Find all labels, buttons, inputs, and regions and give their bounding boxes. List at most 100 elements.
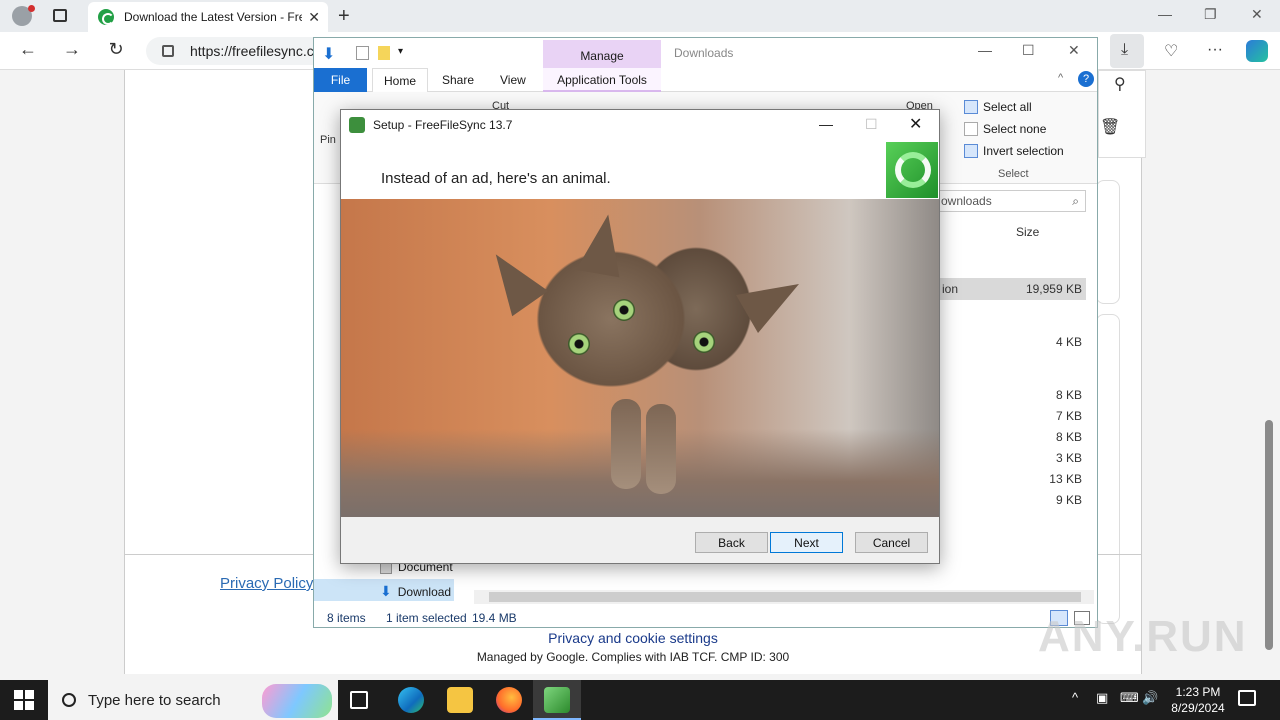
dialog-message: Instead of an ad, here's an animal. bbox=[381, 170, 611, 187]
notifications-icon[interactable] bbox=[1238, 690, 1256, 706]
select-all-button[interactable]: Select all bbox=[964, 100, 1032, 114]
invert-selection-button[interactable]: Invert selection bbox=[964, 144, 1064, 158]
pin-icon[interactable]: ⚲ bbox=[1114, 74, 1126, 94]
customize-toolbar-icon[interactable]: ▾ bbox=[398, 46, 403, 57]
manage-tab[interactable]: Manage bbox=[543, 40, 661, 70]
taskbar-search-placeholder: Type here to search bbox=[88, 691, 221, 709]
search-downloads-input[interactable]: ownloads ⌕ bbox=[934, 190, 1086, 212]
nav-item-downloads[interactable]: ⬇ Download bbox=[380, 583, 451, 600]
cat-ear bbox=[576, 210, 630, 278]
file-size: 3 KB bbox=[1055, 451, 1082, 465]
new-tab-icon[interactable]: + bbox=[338, 5, 350, 28]
back-arrow-icon[interactable]: ← bbox=[16, 39, 40, 60]
more-options-icon[interactable]: ··· bbox=[1207, 41, 1223, 59]
file-size: 4 KB bbox=[1055, 335, 1082, 349]
notification-dot-icon bbox=[28, 5, 35, 12]
browser-tab[interactable]: Download the Latest Version - Fre ✕ bbox=[88, 2, 328, 32]
ribbon-tabs bbox=[314, 68, 1097, 92]
page-card bbox=[1096, 180, 1120, 304]
select-none-button[interactable]: Select none bbox=[964, 122, 1046, 136]
restore-window-icon[interactable]: ❐ bbox=[1204, 6, 1217, 23]
cancel-button[interactable]: Cancel bbox=[855, 532, 928, 553]
refresh-icon[interactable]: ↻ bbox=[104, 39, 128, 60]
edge-taskbar-icon[interactable] bbox=[398, 687, 424, 713]
search-highlight-icon[interactable] bbox=[262, 684, 332, 718]
tab-actions-icon[interactable] bbox=[53, 9, 67, 22]
status-item-count: 8 items bbox=[327, 611, 366, 625]
freefilesync-logo-icon bbox=[885, 141, 939, 199]
show-hidden-icons-icon[interactable]: ^ bbox=[1072, 690, 1078, 705]
setup-dialog: Setup - FreeFileSync 13.7 — ☐ ✕ Instead … bbox=[340, 109, 940, 564]
download-icon: ⤓ bbox=[1121, 41, 1129, 58]
firefox-taskbar-icon[interactable] bbox=[496, 687, 522, 713]
tab-share[interactable]: Share bbox=[442, 73, 474, 87]
windows-logo-icon bbox=[14, 701, 23, 710]
windows-logo-icon bbox=[25, 701, 34, 710]
cat-ear bbox=[736, 264, 810, 334]
dialog-title-bar: Setup - FreeFileSync 13.7 bbox=[341, 110, 939, 140]
delete-icon[interactable]: 🗑 bbox=[1100, 117, 1120, 137]
file-size: 8 KB bbox=[1055, 430, 1082, 444]
cat-ear bbox=[477, 241, 549, 317]
url-text: https://freefilesync.c bbox=[190, 43, 314, 59]
minimize-window-icon[interactable]: — bbox=[1158, 6, 1172, 22]
explorer-maximize-icon[interactable]: ☐ bbox=[1022, 42, 1035, 59]
privacy-policy-link[interactable]: Privacy Policy bbox=[220, 575, 313, 592]
properties-icon[interactable] bbox=[356, 46, 369, 60]
file-explorer-taskbar-icon[interactable] bbox=[447, 687, 473, 713]
tab-file[interactable]: File bbox=[314, 68, 367, 92]
windows-logo-icon bbox=[25, 690, 34, 699]
cat-eye bbox=[568, 333, 590, 355]
freefilesync-setup-taskbar-icon[interactable] bbox=[544, 687, 570, 713]
address-bar[interactable]: https://freefilesync.c bbox=[146, 37, 326, 65]
help-icon[interactable]: ? bbox=[1078, 71, 1094, 87]
clock-time: 1:23 PM bbox=[1175, 685, 1221, 699]
copilot-icon[interactable] bbox=[1246, 40, 1268, 62]
next-button[interactable]: Next bbox=[770, 532, 843, 553]
explorer-minimize-icon[interactable]: — bbox=[978, 42, 992, 58]
explorer-close-icon[interactable]: ✕ bbox=[1068, 42, 1080, 59]
column-size[interactable]: Size bbox=[1016, 225, 1039, 239]
page-scrollbar-thumb[interactable] bbox=[1265, 420, 1273, 650]
close-window-icon[interactable]: ✕ bbox=[1251, 6, 1263, 23]
quick-access-download-icon[interactable]: ⬇ bbox=[322, 44, 336, 63]
browser-essentials-icon[interactable]: ♡ bbox=[1164, 41, 1178, 61]
search-icon bbox=[62, 693, 76, 707]
close-tab-icon[interactable]: ✕ bbox=[308, 9, 320, 26]
file-size: 9 KB bbox=[1055, 493, 1082, 507]
dialog-maximize-icon: ☐ bbox=[865, 116, 878, 132]
dialog-close-icon[interactable]: ✕ bbox=[909, 114, 922, 134]
new-folder-icon[interactable] bbox=[378, 46, 390, 60]
windows-logo-icon bbox=[14, 690, 23, 699]
forward-arrow-icon[interactable]: → bbox=[60, 39, 84, 60]
privacy-cookie-settings-link[interactable]: Privacy and cookie settings bbox=[124, 630, 1142, 646]
tab-view[interactable]: View bbox=[500, 73, 526, 87]
tab-application-tools[interactable]: Application Tools bbox=[543, 68, 661, 92]
cat-paw bbox=[611, 399, 641, 489]
horizontal-scrollbar-thumb[interactable] bbox=[489, 592, 1081, 602]
page-card bbox=[1096, 314, 1120, 624]
cat-eye bbox=[693, 331, 715, 353]
taskbar-clock[interactable]: 1:23 PM 8/29/2024 bbox=[1166, 684, 1230, 716]
anyrun-watermark: ANY.RUN bbox=[1038, 612, 1248, 661]
back-button[interactable]: Back bbox=[695, 532, 768, 553]
status-bar: 8 items 1 item selected 19.4 MB bbox=[314, 608, 1097, 628]
status-size: 19.4 MB bbox=[472, 611, 517, 625]
start-button[interactable] bbox=[14, 690, 34, 710]
cat-paw bbox=[646, 404, 676, 494]
collapse-ribbon-icon[interactable]: ^ bbox=[1058, 72, 1063, 84]
invert-selection-label: Invert selection bbox=[983, 144, 1064, 158]
invert-selection-icon bbox=[964, 144, 978, 158]
clock-date: 8/29/2024 bbox=[1171, 701, 1225, 715]
tray-app-icon[interactable]: ▣ bbox=[1096, 690, 1108, 706]
volume-icon[interactable]: 🔊 bbox=[1142, 690, 1158, 706]
select-all-icon bbox=[964, 100, 978, 114]
network-icon[interactable]: ⌨ bbox=[1120, 690, 1139, 706]
select-none-label: Select none bbox=[983, 122, 1047, 136]
tab-home[interactable]: Home bbox=[372, 68, 428, 92]
freefilesync-favicon-icon bbox=[98, 9, 114, 25]
file-size: 19,959 KB bbox=[1025, 282, 1082, 296]
pin-to-quick-access-button[interactable]: Pin bbox=[320, 134, 336, 146]
task-view-icon[interactable] bbox=[350, 691, 368, 709]
dialog-minimize-icon[interactable]: — bbox=[819, 116, 833, 132]
